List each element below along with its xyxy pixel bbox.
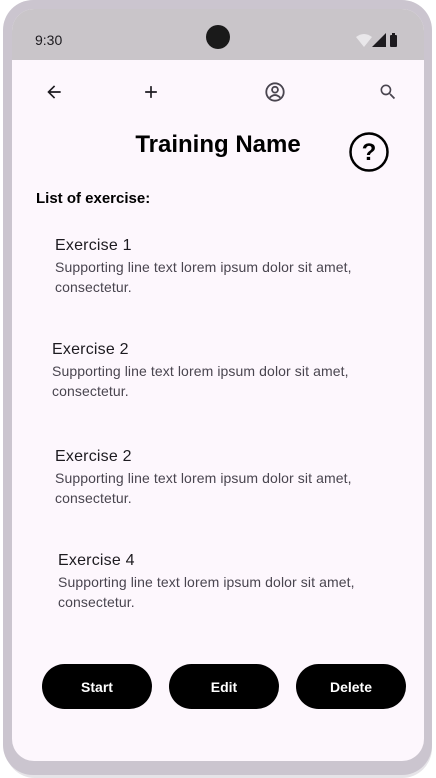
status-bar: 9:30 — [12, 9, 424, 60]
back-button[interactable] — [40, 78, 68, 106]
plus-icon — [145, 86, 157, 98]
list-item-exercise-4[interactable]: Exercise 4 Supporting line text lorem ip… — [58, 550, 388, 612]
list-item-exercise-3[interactable]: Exercise 2 Supporting line text lorem ip… — [55, 446, 385, 508]
arrow-left-icon — [47, 85, 61, 99]
add-button[interactable] — [137, 78, 165, 106]
app-screen: 9:30 Training Name ? List of exercise: E… — [12, 9, 424, 761]
list-item-exercise-1[interactable]: Exercise 1 Supporting line text lorem ip… — [55, 235, 385, 297]
account-circle-icon — [265, 82, 285, 102]
wifi-icon — [356, 34, 372, 47]
help-circle-icon: ? — [349, 132, 389, 172]
status-icons — [354, 33, 404, 49]
front-camera — [206, 25, 230, 49]
list-item-exercise-2[interactable]: Exercise 2 Supporting line text lorem ip… — [52, 339, 382, 401]
list-item-title: Exercise 1 — [55, 237, 132, 254]
list-item-subtitle: Supporting line text lorem ipsum dolor s… — [58, 574, 355, 610]
list-item-subtitle: Supporting line text lorem ipsum dolor s… — [55, 470, 352, 506]
search-icon — [380, 84, 396, 100]
delete-button[interactable]: Delete — [296, 664, 406, 709]
help-button[interactable]: ? — [349, 132, 389, 172]
start-button[interactable]: Start — [42, 664, 152, 709]
list-item-title: Exercise 2 — [52, 341, 129, 358]
list-item-subtitle: Supporting line text lorem ipsum dolor s… — [55, 259, 352, 295]
cellular-signal-icon — [372, 33, 386, 47]
status-time: 9:30 — [35, 32, 63, 48]
list-header: List of exercise: — [36, 190, 151, 207]
battery-icon — [390, 35, 397, 47]
list-item-title: Exercise 4 — [58, 552, 135, 569]
search-button[interactable] — [374, 78, 402, 106]
list-item-title: Exercise 2 — [55, 448, 132, 465]
list-item-subtitle: Supporting line text lorem ipsum dolor s… — [52, 363, 349, 399]
profile-button[interactable] — [261, 78, 289, 106]
svg-text:?: ? — [362, 139, 377, 166]
edit-button[interactable]: Edit — [169, 664, 279, 709]
